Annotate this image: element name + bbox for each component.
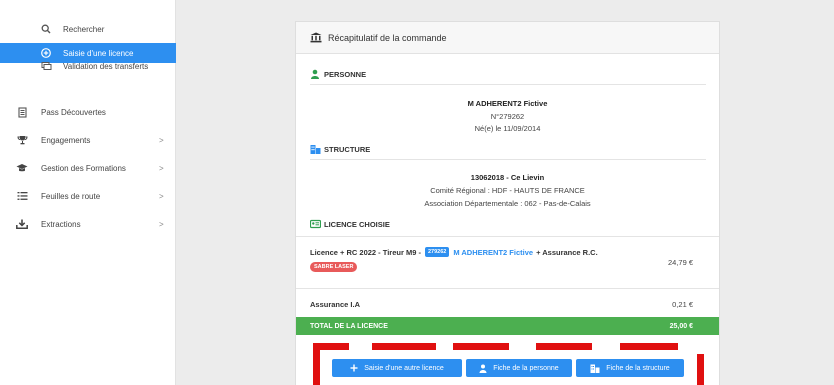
sidebar-item-feuilles-de-route[interactable]: Feuilles de route > [0, 186, 176, 206]
person-link[interactable]: M ADHERENT2 Fictive [453, 248, 533, 257]
structure-sheet-button[interactable]: Fiche de la structure [576, 359, 684, 377]
person-name: M ADHERENT2 Fictive [467, 99, 548, 108]
total-bar: TOTAL DE LA LICENCE 25,00 € [296, 317, 719, 335]
order-summary-card: Récapitulatif de la commande PERSONNE M … [295, 21, 720, 385]
licence-price: 24,79 € [667, 258, 693, 267]
chevron-right-icon: > [159, 191, 164, 201]
highlight-dash [372, 343, 436, 350]
section-title-text: LICENCE CHOISIE [324, 219, 390, 229]
sidebar-item-gestion-formations[interactable]: Gestion des Formations > [0, 158, 176, 178]
graduation-cap-icon [16, 162, 28, 174]
document-icon [16, 106, 28, 118]
sidebar-item-label: Gestion des Formations [41, 163, 126, 173]
sidebar-item-label: Pass Découvertes [41, 107, 106, 117]
card-header: Récapitulatif de la commande [296, 22, 719, 54]
building-icon [590, 364, 600, 373]
highlight-dash [620, 343, 678, 350]
add-another-licence-button[interactable]: Saisie d'une autre licence [332, 359, 462, 377]
assurance-price: 0,21 € [672, 300, 693, 309]
structure-regional: Comité Régional : HDF - HAUTS DE FRANCE [430, 186, 585, 195]
search-icon [40, 23, 52, 35]
plus-icon [350, 364, 358, 372]
person-birthdate: Né(e) le 11/09/2014 [474, 124, 541, 133]
sidebar-item-label: Validation des transferts [63, 61, 149, 71]
section-title-text: STRUCTURE [324, 144, 371, 154]
sidebar-item-label: Extractions [41, 219, 81, 229]
transfer-icon [40, 60, 52, 72]
assurance-label: Assurance I.A [310, 300, 361, 309]
sidebar-item-validation-transferts[interactable]: Validation des transferts [0, 56, 176, 76]
person-icon [310, 69, 320, 79]
assurance-row: Assurance I.A 0,21 € [296, 288, 719, 317]
divider [310, 159, 706, 160]
building-icon [310, 144, 321, 154]
structure-name: 13062018 - Ce Lievin [470, 173, 545, 182]
section-title-text: PERSONNE [324, 69, 367, 79]
highlight-right-edge [697, 354, 704, 385]
sidebar-item-pass-decouvertes[interactable]: Pass Découvertes [0, 102, 176, 122]
sidebar-item-rechercher[interactable]: Rechercher [0, 19, 176, 39]
sidebar-item-extractions[interactable]: Extractions > [0, 214, 176, 234]
button-label: Fiche de la personne [493, 364, 559, 372]
chevron-right-icon: > [159, 219, 164, 229]
highlight-dash [313, 343, 349, 350]
download-icon [16, 218, 28, 230]
highlight-dash [536, 343, 592, 350]
sidebar: Rechercher Saisie d'une licence Validati… [0, 0, 176, 385]
licence-suffix: + Assurance R.C. [536, 247, 598, 257]
sidebar-item-engagements[interactable]: Engagements > [0, 130, 176, 150]
trophy-icon [16, 134, 28, 146]
section-title-licence: LICENCE CHOISIE [309, 218, 390, 230]
highlight-dash [453, 343, 509, 350]
button-label: Saisie d'une autre licence [364, 364, 444, 372]
person-number-badge: 279262 [424, 247, 450, 257]
id-card-icon [309, 219, 322, 229]
person-sheet-button[interactable]: Fiche de la personne [466, 359, 572, 377]
sidebar-item-label: Rechercher [63, 24, 105, 34]
section-title-structure: STRUCTURE [310, 143, 370, 155]
person-icon [479, 364, 487, 373]
sidebar-item-label: Feuilles de route [41, 191, 101, 201]
sidebar-item-label: Engagements [41, 135, 91, 145]
chevron-right-icon: > [159, 163, 164, 173]
section-title-personne: PERSONNE [310, 68, 366, 80]
button-label: Fiche de la structure [606, 364, 670, 372]
institution-icon [310, 32, 322, 44]
total-label: TOTAL DE LA LICENCE [310, 322, 388, 330]
licence-description: Licence + RC 2022 - Tireur M9 - 279262 M… [310, 247, 598, 257]
divider [310, 84, 706, 85]
structure-departemental: Association Départementale : 062 - Pas-d… [424, 199, 591, 208]
sabre-laser-tag: SABRE LASER [310, 262, 358, 272]
card-title: Récapitulatif de la commande [328, 32, 447, 43]
chevron-right-icon: > [159, 135, 164, 145]
list-icon [16, 190, 28, 202]
person-number: N°279262 [490, 112, 525, 121]
licence-prefix: Licence + RC 2022 - Tireur M9 - [310, 247, 421, 257]
licence-row: Licence + RC 2022 - Tireur M9 - 279262 M… [296, 236, 719, 288]
total-value: 25,00 € [669, 322, 693, 330]
